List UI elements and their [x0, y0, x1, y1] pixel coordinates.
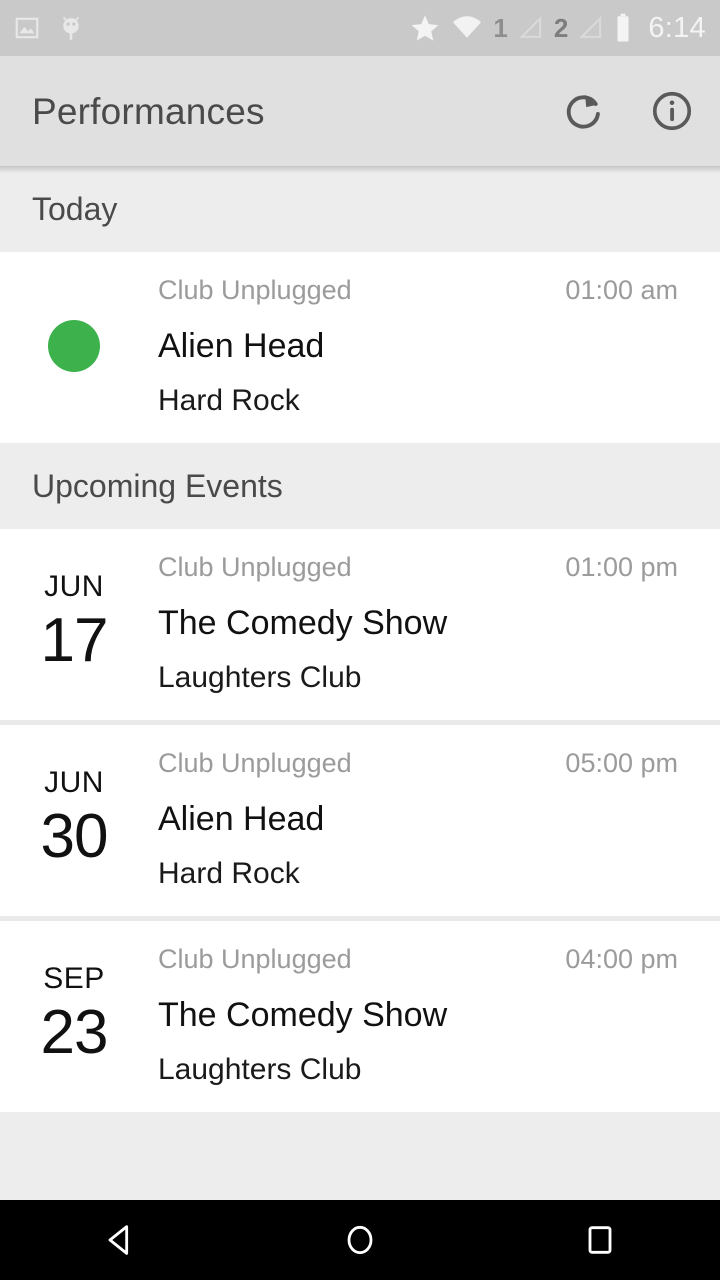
info-icon[interactable] — [650, 89, 694, 133]
event-subtitle: Hard Rock — [158, 384, 300, 418]
event-time: 04:00 pm — [565, 944, 678, 975]
status-bar: 1 2 6:14 — [0, 0, 720, 56]
sim1-label: 1 — [493, 13, 508, 43]
event-time: 01:00 pm — [565, 552, 678, 583]
app-bar: Performances — [0, 56, 720, 173]
event-subtitle: Hard Rock — [158, 857, 300, 891]
android-navigation-bar — [0, 1200, 720, 1280]
event-title: The Comedy Show — [158, 995, 448, 1034]
section-header-label: Today — [32, 191, 118, 227]
event-info-column: Club Unplugged 04:00 pm The Comedy Show Lau… — [158, 943, 678, 1087]
event-info-column: Club Unplugged 01:00 am Alien Head Hard Roc… — [158, 274, 678, 417]
event-meta-row: Club Unplugged 01:00 pm — [158, 552, 678, 583]
event-date-day: 23 — [40, 998, 109, 1068]
android-bug-icon — [58, 13, 84, 43]
event-venue: Club Unplugged — [158, 749, 352, 779]
event-date-day: 17 — [40, 606, 109, 676]
back-icon[interactable] — [60, 1200, 180, 1280]
live-status-dot — [48, 319, 100, 372]
phone-screen: 1 2 6:14 Performances Today Club Unplugg… — [0, 0, 720, 1280]
event-info-column: Club Unplugged 01:00 pm The Comedy Show Lau… — [158, 551, 678, 694]
event-meta-row: Club Unplugged 01:00 am — [158, 275, 678, 306]
event-date-month: JUN — [44, 570, 104, 604]
wifi-icon — [451, 15, 483, 41]
refresh-icon[interactable] — [562, 89, 606, 133]
recents-icon[interactable] — [540, 1200, 660, 1280]
event-title: Alien Head — [158, 799, 325, 838]
event-row[interactable]: JUN 30 Club Unplugged 05:00 pm Alien Head Har… — [0, 725, 720, 917]
status-bar-notifications — [14, 13, 84, 43]
event-row[interactable]: Club Unplugged 01:00 am Alien Head Hard Roc… — [0, 252, 720, 444]
event-title: The Comedy Show — [158, 603, 448, 642]
event-subtitle: Laughters Club — [158, 661, 362, 695]
image-icon — [14, 15, 40, 41]
event-time: 05:00 pm — [565, 748, 678, 779]
event-venue: Club Unplugged — [158, 276, 352, 305]
battery-icon — [614, 13, 632, 43]
app-bar-actions — [562, 89, 694, 133]
event-venue: Club Unplugged — [158, 553, 352, 583]
event-lead-column: JUN 17 — [0, 551, 158, 694]
sim2-label: 2 — [553, 13, 569, 43]
event-meta-row: Club Unplugged 04:00 pm — [158, 945, 678, 975]
event-lead-column — [0, 274, 158, 417]
signal-2-icon — [576, 15, 604, 41]
event-row[interactable]: SEP 23 Club Unplugged 04:00 pm The Comedy Sh… — [0, 921, 720, 1113]
event-row[interactable]: JUN 17 Club Unplugged 01:00 pm The Comedy Sh… — [0, 529, 720, 721]
event-title: Alien Head — [158, 326, 325, 365]
event-info-column: Club Unplugged 05:00 pm Alien Head Hard Roc… — [158, 747, 678, 890]
event-date-month: JUN — [44, 766, 104, 800]
section-header-label: Upcoming Events — [32, 468, 283, 505]
event-date-day: 30 — [40, 802, 109, 872]
status-bar-system-icons: 1 2 6:14 — [409, 12, 706, 44]
event-venue: Club Unplugged — [158, 945, 352, 975]
home-icon[interactable] — [300, 1200, 420, 1280]
event-date-month: SEP — [43, 962, 105, 996]
page-title: Performances — [32, 90, 265, 132]
event-time: 01:00 am — [565, 275, 678, 305]
event-subtitle: Laughters Club — [158, 1053, 362, 1087]
event-meta-row: Club Unplugged 05:00 pm — [158, 748, 678, 779]
signal-1-icon — [516, 15, 544, 41]
event-lead-column: JUN 30 — [0, 747, 158, 890]
events-list[interactable]: Today Club Unplugged 01:00 am Alien Head Har… — [0, 166, 720, 1113]
status-bar-clock: 6:14 — [648, 11, 706, 44]
star-icon — [409, 12, 441, 44]
section-header: Today — [0, 166, 720, 252]
section-header: Upcoming Events — [0, 443, 720, 530]
event-lead-column: SEP 23 — [0, 943, 158, 1086]
